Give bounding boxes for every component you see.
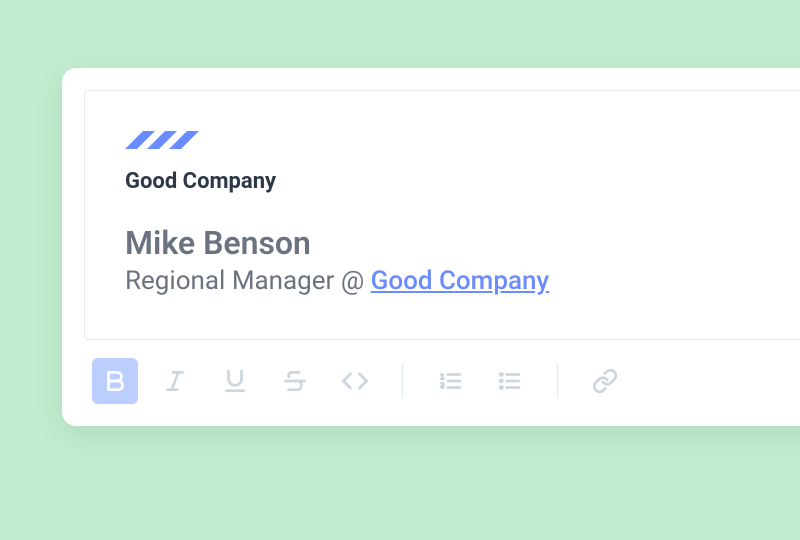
logo-area: Good Company [125,121,800,194]
italic-button[interactable] [152,358,198,404]
company-logo-text: Good Company [125,169,800,194]
title-prefix: Regional Manager @ [125,266,371,296]
code-button[interactable] [332,358,378,404]
editor-card: Good Company Mike Benson Regional Manage… [62,68,800,426]
unordered-list-button[interactable] [487,358,533,404]
ordered-list-button[interactable] [427,358,473,404]
bold-button[interactable] [92,358,138,404]
strikethrough-button[interactable] [272,358,318,404]
toolbar-divider [557,364,558,398]
editor-content[interactable]: Good Company Mike Benson Regional Manage… [84,90,800,340]
person-name: Mike Benson [125,224,800,262]
company-link[interactable]: Good Company [371,266,550,296]
toolbar-divider [402,364,403,398]
company-logo-icon [125,121,800,163]
formatting-toolbar [84,340,800,426]
person-title: Regional Manager @ Good Company [125,266,800,296]
underline-button[interactable] [212,358,258,404]
link-button[interactable] [582,358,628,404]
